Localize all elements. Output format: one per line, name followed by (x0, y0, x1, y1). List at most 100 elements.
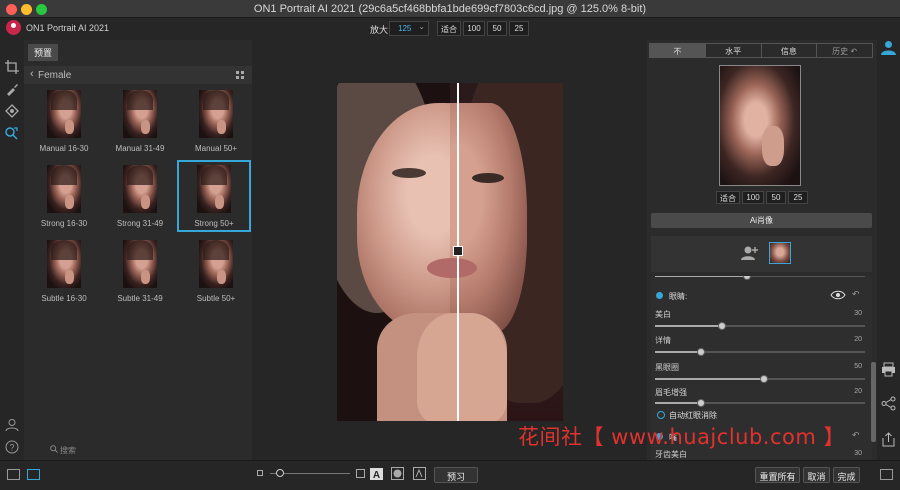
photo-eye (392, 168, 426, 178)
zoom-select[interactable]: 125 (389, 21, 429, 36)
grid-view-icon[interactable] (236, 71, 244, 79)
search-placeholder: 搜索 (60, 446, 76, 455)
preview-button[interactable]: 预习 (434, 467, 478, 483)
app-name: ON1 Portrait AI 2021 (26, 23, 110, 33)
help-icon[interactable]: ? (5, 440, 19, 454)
overlay-mode-icon[interactable] (413, 467, 426, 480)
nav-50-button[interactable]: 50 (766, 191, 786, 204)
tool-strip: ? (0, 40, 24, 460)
adj-value: 30 (854, 310, 862, 317)
preset-label: Strong 50+ (194, 219, 234, 228)
mask-small-icon[interactable] (257, 470, 263, 476)
whiten-slider[interactable] (655, 322, 865, 330)
category-title[interactable]: Female (38, 70, 71, 81)
panel-scrollbar[interactable] (871, 362, 876, 442)
detail-slider[interactable] (655, 348, 865, 356)
preset-image (123, 165, 157, 213)
canvas-area[interactable] (252, 40, 647, 460)
brow-enhance-slider[interactable] (655, 399, 865, 407)
portrait-person-icon[interactable] (881, 40, 896, 55)
adj-value: 20 (854, 336, 862, 343)
preset-image (123, 90, 157, 138)
back-chevron-icon[interactable]: ‹ (30, 68, 34, 80)
eye-preview-icon[interactable] (830, 290, 846, 300)
slider-previous[interactable] (655, 276, 865, 280)
adj-label: 详情 (655, 336, 671, 345)
tab-navigator[interactable]: 不 (650, 44, 706, 57)
preset-image (47, 165, 81, 213)
teeth-value: 30 (854, 450, 862, 457)
nav-100-button[interactable]: 100 (742, 191, 764, 204)
svg-text:A: A (373, 470, 380, 480)
single-view-icon[interactable] (7, 469, 20, 480)
cancel-button[interactable]: 取消 (803, 467, 830, 483)
ai-portrait-header[interactable]: Ai肖像 (651, 213, 872, 228)
zoom-25-button[interactable]: 25 (509, 21, 529, 36)
reset-all-button[interactable]: 重置所有 (755, 467, 800, 483)
bottom-bar: A 预习 重置所有 取消 完成 (0, 460, 900, 490)
title-bar: ON1 Portrait AI 2021 (29c6a5cf468bbfa1bd… (0, 0, 900, 18)
app-logo-icon[interactable] (6, 20, 21, 35)
preset-thumb-selected[interactable]: Strong 50+ (177, 160, 251, 232)
eyes-enable-dot[interactable] (656, 292, 663, 299)
share-icon[interactable] (881, 396, 896, 411)
add-face-icon[interactable] (741, 245, 759, 261)
text-a-icon[interactable]: A (370, 468, 383, 480)
preset-thumb[interactable]: Manual 50+ (181, 90, 251, 153)
portrait-tool-icon[interactable] (5, 126, 19, 140)
panel-toggle-icon[interactable] (880, 469, 893, 480)
photo-lips (427, 258, 477, 278)
preset-label: Strong 31-49 (116, 219, 164, 228)
brush-icon[interactable] (5, 82, 19, 96)
dark-circles-slider[interactable] (655, 375, 865, 383)
zoom-fit-button[interactable]: 适合 (437, 21, 461, 36)
preset-thumb[interactable]: Subtle 16-30 (29, 240, 99, 303)
user-icon[interactable] (5, 418, 19, 432)
preset-search[interactable]: 搜索 (50, 445, 76, 456)
zoom-50-button[interactable]: 50 (487, 21, 507, 36)
preset-thumb[interactable]: Manual 16-30 (29, 90, 99, 153)
print-icon[interactable] (881, 362, 896, 377)
zoom-100-button[interactable]: 100 (463, 21, 485, 36)
preset-thumb[interactable]: Strong 31-49 (105, 165, 175, 228)
preset-label: Manual 50+ (194, 144, 238, 153)
preset-thumb[interactable]: Strong 16-30 (29, 165, 99, 228)
crop-icon[interactable] (5, 60, 19, 74)
auto-redeye-label: 自动红眼消除 (669, 411, 717, 420)
svg-text:?: ? (9, 443, 14, 453)
retouch-icon[interactable] (5, 104, 19, 118)
mask-large-icon[interactable] (356, 469, 365, 478)
portrait-photo[interactable] (337, 83, 563, 421)
tab-history-label: 历史 (832, 47, 849, 56)
tab-info[interactable]: 信息 (761, 44, 818, 57)
adj-label: 黑眼圈 (655, 363, 679, 372)
done-button[interactable]: 完成 (833, 467, 860, 483)
overlay-slider[interactable] (270, 469, 350, 477)
preset-thumb[interactable]: Subtle 50+ (181, 240, 251, 303)
preset-image (197, 165, 231, 213)
presets-tab[interactable]: 预置 (28, 44, 59, 61)
preset-thumb[interactable]: Manual 31-49 (105, 90, 175, 153)
photo-eye (472, 173, 504, 183)
mouth-reset-icon[interactable]: ↶ (852, 430, 860, 441)
right-tabs: 不 水平 信息 历史 ↶ (649, 43, 873, 58)
preset-thumb[interactable]: Subtle 31-49 (105, 240, 175, 303)
export-icon[interactable] (881, 432, 896, 447)
breadcrumb: ‹ Female (24, 66, 252, 84)
auto-redeye-checkbox[interactable] (657, 411, 665, 419)
preset-image (47, 240, 81, 288)
navigator-thumbnail[interactable] (719, 65, 801, 186)
eyes-reset-icon[interactable]: ↶ (852, 289, 860, 300)
nav-fit-button[interactable]: 适合 (716, 191, 740, 204)
watermark-text: 花间社【 www.huajclub.com 】 (518, 425, 845, 449)
right-icon-strip (877, 40, 900, 460)
detected-face-thumb[interactable] (769, 242, 791, 264)
divider-handle[interactable] (453, 246, 463, 256)
tab-history[interactable]: 历史 ↶ (817, 44, 872, 57)
nav-25-button[interactable]: 25 (788, 191, 808, 204)
adj-label: 美白 (655, 310, 671, 319)
circle-mask-icon[interactable] (391, 467, 404, 480)
adj-value: 20 (854, 388, 862, 395)
tab-levels[interactable]: 水平 (705, 44, 762, 57)
split-view-icon[interactable] (27, 469, 40, 480)
